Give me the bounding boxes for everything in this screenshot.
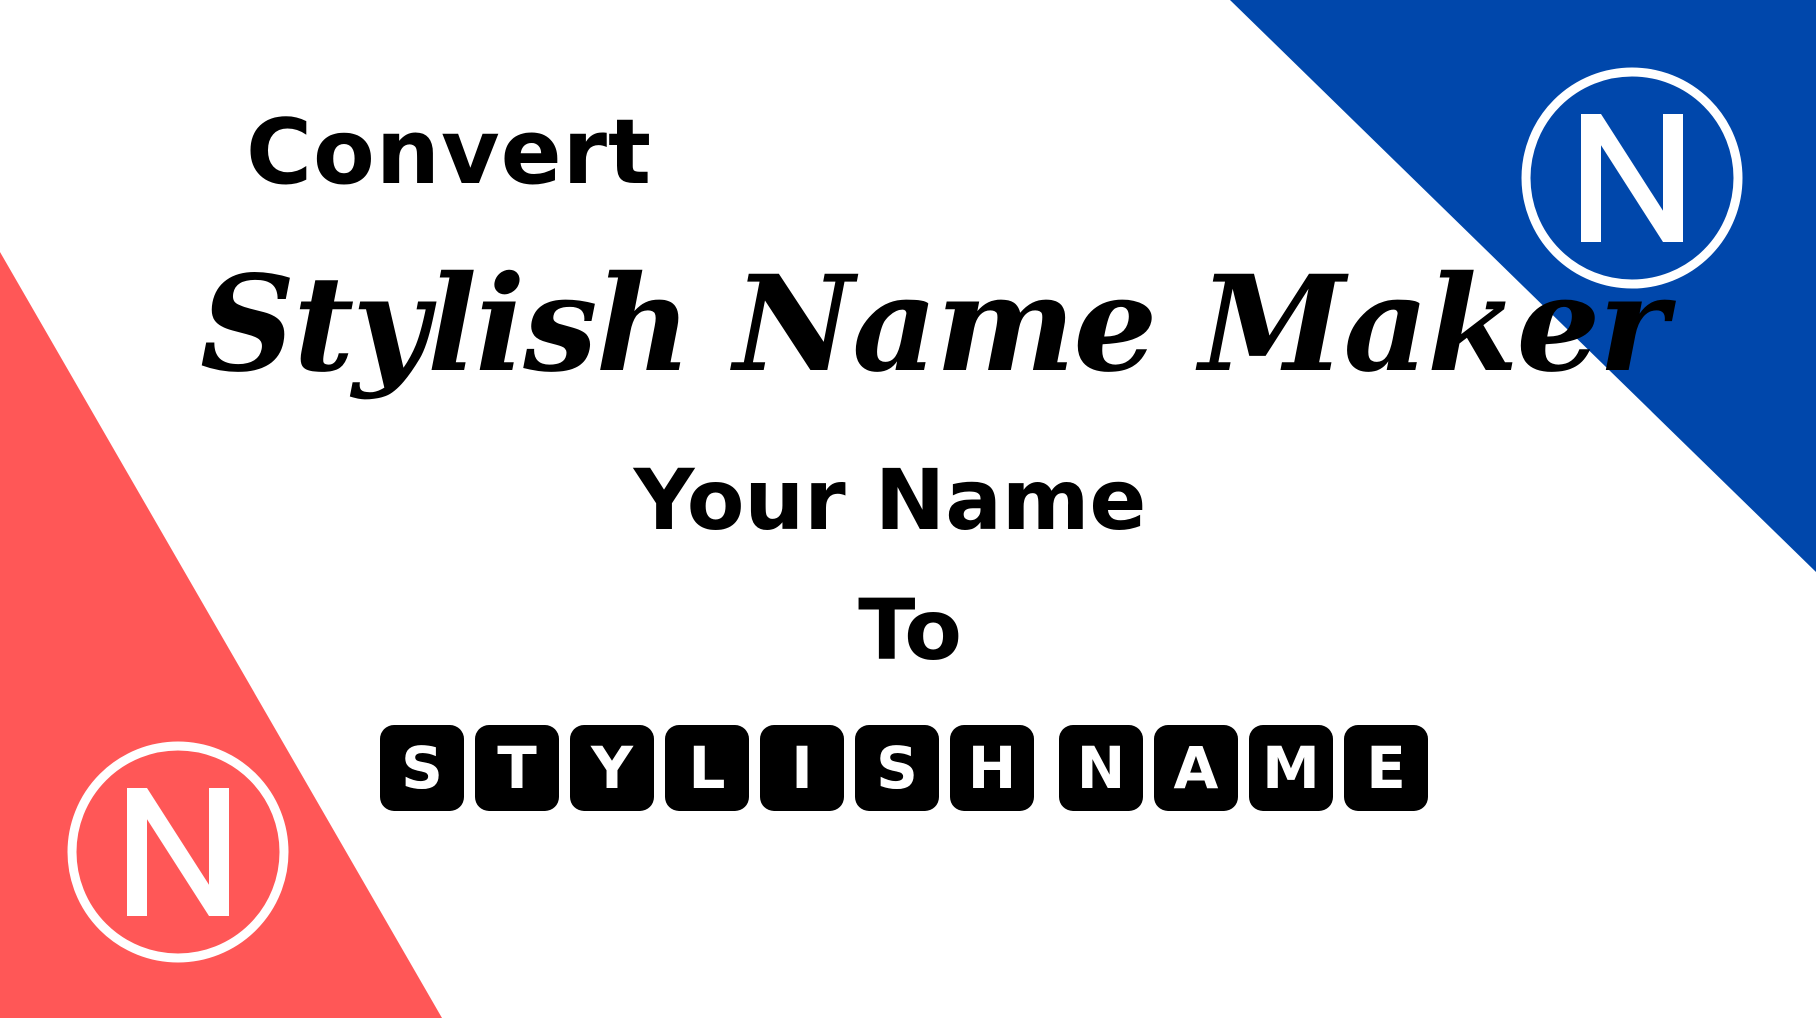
letter-tile: T: [475, 725, 559, 811]
n-logo-icon: [67, 741, 289, 963]
letter-tile: S: [855, 725, 939, 811]
letter-tile: I: [760, 725, 844, 811]
your-name-heading: Your Name: [633, 451, 1147, 549]
letter-tile: N: [1059, 725, 1143, 811]
word-gap: [1045, 725, 1059, 811]
convert-heading: Convert: [246, 100, 653, 205]
letter-tile: S: [380, 725, 464, 811]
letter-tile: H: [950, 725, 1034, 811]
letter-tile: Y: [570, 725, 654, 811]
letter-tile: E: [1344, 725, 1428, 811]
letter-tile: L: [665, 725, 749, 811]
letter-tiles: S T Y L I S H N A M E: [380, 725, 1439, 811]
letter-tile: A: [1154, 725, 1238, 811]
script-title: Stylish Name Maker: [200, 247, 1668, 402]
letter-tile: M: [1249, 725, 1333, 811]
to-heading: To: [858, 581, 962, 679]
banner-canvas: Convert Stylish Name Maker Your Name To …: [0, 0, 1816, 1018]
